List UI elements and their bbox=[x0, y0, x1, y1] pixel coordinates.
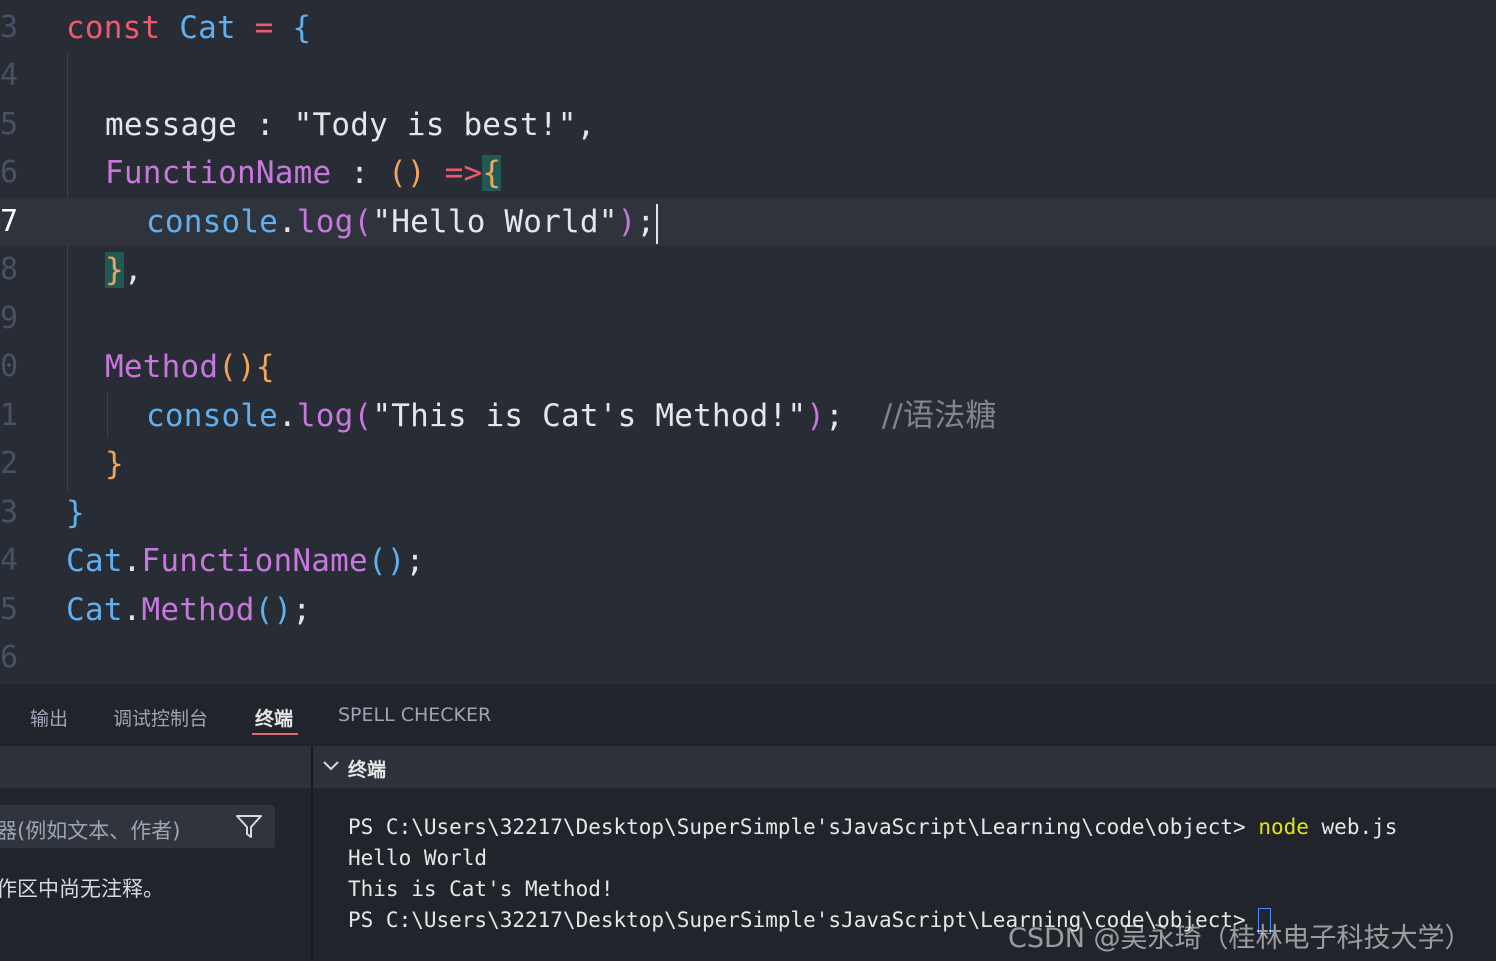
code-token: : bbox=[350, 155, 370, 191]
code-token: "Hello World" bbox=[372, 204, 618, 240]
line-number: 7 bbox=[0, 204, 18, 239]
code-token: ( bbox=[353, 398, 373, 434]
panel-tabs: 输出 调试控制台 终端 SPELL CHECKER bbox=[0, 684, 1496, 746]
text-cursor bbox=[656, 203, 659, 244]
line-number: 3 bbox=[0, 495, 18, 530]
comments-pane: 器(例如文本、作者) 作区中尚无注释。 bbox=[0, 746, 311, 961]
code-token: "Tody is best!", bbox=[293, 107, 596, 143]
terminal-args: web.js bbox=[1308, 815, 1398, 839]
tab-debug-console[interactable]: 调试控制台 bbox=[113, 704, 208, 731]
code-token: => bbox=[444, 155, 483, 191]
code-line-active: 7 console.log("Hello World"); bbox=[0, 198, 1496, 246]
code-line: 5 message : "Tody is best!", bbox=[0, 101, 1496, 149]
line-number: 1 bbox=[0, 398, 18, 433]
code-token: = bbox=[254, 10, 274, 46]
watermark: CSDN @吴永琦（桂林电子科技大学） bbox=[1008, 923, 1472, 954]
comments-header bbox=[0, 746, 311, 788]
code-token: "This is Cat's Method!" bbox=[372, 398, 807, 434]
code-token: . bbox=[278, 204, 297, 240]
code-line: 0 Method(){ bbox=[0, 343, 1496, 391]
code-token: Cat bbox=[66, 543, 123, 579]
code-token: FunctionName bbox=[141, 543, 368, 579]
line-number: 4 bbox=[0, 58, 18, 93]
line-number: 6 bbox=[0, 640, 18, 675]
code-token: FunctionName bbox=[105, 155, 332, 191]
code-token: ; bbox=[636, 204, 656, 240]
code-token: console bbox=[146, 398, 279, 434]
code-token: Cat bbox=[179, 10, 236, 46]
code-token: Method bbox=[141, 592, 255, 628]
code-token: , bbox=[123, 252, 143, 288]
code-line: 8 }, bbox=[0, 246, 1496, 294]
filter-icon[interactable] bbox=[235, 814, 263, 840]
line-number: 2 bbox=[0, 446, 18, 481]
code-token: : bbox=[255, 107, 275, 143]
code-token: () bbox=[254, 592, 293, 628]
line-number: 9 bbox=[0, 301, 18, 336]
tab-spell-checker[interactable]: SPELL CHECKER bbox=[338, 704, 491, 726]
code-token: console bbox=[146, 204, 279, 240]
code-line: 6 FunctionName : () =>{ bbox=[0, 149, 1496, 197]
code-token: const bbox=[66, 10, 161, 46]
code-token: ; bbox=[825, 398, 845, 434]
filter-placeholder: 器(例如文本、作者) bbox=[0, 819, 181, 843]
comments-empty-message: 作区中尚无注释。 bbox=[0, 877, 164, 901]
code-token: { bbox=[292, 10, 312, 46]
code-token: . bbox=[122, 543, 142, 579]
code-token: { bbox=[255, 349, 275, 385]
code-token: () bbox=[218, 349, 256, 385]
line-number: 0 bbox=[0, 349, 18, 384]
code-token: ; bbox=[405, 543, 425, 579]
comments-filter-input[interactable]: 器(例如文本、作者) bbox=[0, 805, 275, 848]
code-token: Cat bbox=[66, 592, 123, 628]
code-line: 3 const Cat = { bbox=[0, 4, 1496, 52]
code-token: log bbox=[296, 398, 354, 434]
code-line: 2 } bbox=[0, 440, 1496, 488]
terminal-title: 终端 bbox=[348, 759, 387, 781]
line-number: 8 bbox=[0, 252, 18, 287]
code-token: . bbox=[122, 592, 142, 628]
line-number: 3 bbox=[0, 10, 18, 45]
code-token: } bbox=[105, 446, 124, 482]
terminal-header[interactable]: 终端 bbox=[313, 746, 1496, 788]
code-token: log bbox=[296, 204, 354, 240]
code-editor[interactable]: 3 const Cat = { 4 5 message : "Tody is b… bbox=[0, 0, 1496, 684]
code-line: 5 Cat.Method(); bbox=[0, 586, 1496, 634]
terminal-prompt: PS C:\Users\32217\Desktop\SuperSimple'sJ… bbox=[348, 815, 1259, 839]
active-tab-indicator bbox=[252, 733, 298, 735]
code-token: } bbox=[105, 252, 124, 288]
code-token: ( bbox=[353, 204, 373, 240]
code-line: 3 } bbox=[0, 489, 1496, 537]
code-line: 1 console.log("This is Cat's Method!"); … bbox=[0, 392, 1496, 440]
code-token: ) bbox=[806, 398, 826, 434]
code-token: Method bbox=[105, 349, 219, 385]
terminal-command: node bbox=[1258, 815, 1309, 839]
code-token: () bbox=[367, 543, 406, 579]
line-number: 5 bbox=[0, 592, 18, 627]
code-line: 4 Cat.FunctionName(); bbox=[0, 537, 1496, 585]
line-number: 6 bbox=[0, 155, 18, 190]
code-token: } bbox=[66, 495, 85, 531]
code-token: ) bbox=[617, 204, 637, 240]
tab-terminal[interactable]: 终端 bbox=[255, 704, 293, 731]
terminal-line: PS C:\Users\32217\Desktop\SuperSimple'sJ… bbox=[348, 812, 1397, 843]
code-token: message bbox=[105, 107, 238, 143]
code-token: ; bbox=[292, 592, 312, 628]
code-line: 6 bbox=[0, 634, 1496, 682]
code-token: { bbox=[482, 155, 502, 191]
terminal-line: This is Cat's Method! bbox=[348, 877, 614, 901]
code-token: . bbox=[278, 398, 297, 434]
line-number: 5 bbox=[0, 107, 18, 142]
terminal-line: Hello World bbox=[348, 846, 488, 870]
code-line: 4 bbox=[0, 52, 1496, 100]
chevron-down-icon[interactable] bbox=[321, 756, 341, 776]
code-line: 9 bbox=[0, 295, 1496, 343]
code-comment: //语法糖 bbox=[881, 398, 997, 434]
tab-output[interactable]: 输出 bbox=[30, 704, 68, 731]
line-number: 4 bbox=[0, 543, 18, 578]
code-token: () bbox=[388, 155, 426, 191]
